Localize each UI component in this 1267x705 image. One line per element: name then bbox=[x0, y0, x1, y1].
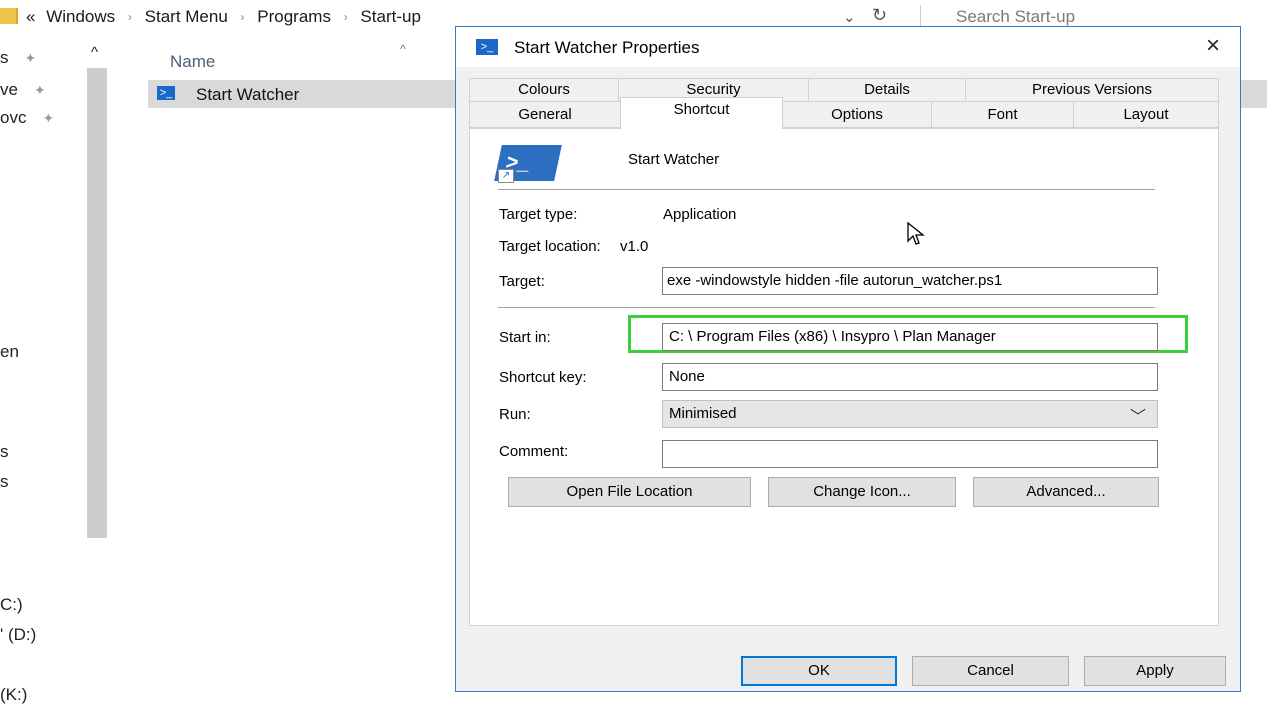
shortcut-name: Start Watcher bbox=[628, 151, 720, 168]
advanced-button[interactable]: Advanced... bbox=[973, 477, 1159, 507]
divider bbox=[498, 189, 1155, 190]
pin-icon: ✦ bbox=[42, 110, 55, 126]
folder-icon bbox=[0, 8, 18, 24]
breadcrumb-overflow[interactable]: « bbox=[26, 7, 35, 26]
tab-details[interactable]: Details bbox=[808, 78, 966, 102]
nav-item-quick-access[interactable]: s ✦ bbox=[0, 48, 36, 68]
comment-field[interactable] bbox=[662, 440, 1158, 468]
close-button[interactable]: × bbox=[1193, 31, 1233, 63]
tab-shortcut[interactable]: Shortcut bbox=[620, 97, 783, 129]
breadcrumb-item-start-menu[interactable]: Start Menu bbox=[145, 7, 228, 26]
run-select[interactable]: Minimised bbox=[662, 400, 1158, 428]
target-location-value: v1.0 bbox=[620, 238, 649, 255]
breadcrumb-item-windows[interactable]: Windows bbox=[46, 7, 115, 26]
breadcrumb-separator: › bbox=[343, 10, 348, 24]
shortcut-key-field[interactable]: None bbox=[662, 363, 1158, 391]
shortcut-key-label: Shortcut key: bbox=[499, 369, 587, 386]
nav-item-drive-c[interactable]: C:) bbox=[0, 595, 23, 615]
start-in-label: Start in: bbox=[499, 329, 551, 346]
comment-label: Comment: bbox=[499, 443, 569, 460]
apply-button[interactable]: Apply bbox=[1084, 656, 1226, 686]
pin-icon: ✦ bbox=[33, 82, 46, 98]
tab-options[interactable]: Options bbox=[782, 101, 932, 128]
refresh-icon[interactable]: ↻ bbox=[872, 5, 887, 26]
powershell-shortcut-icon: >_ bbox=[157, 86, 175, 100]
sort-ascending-icon: ^ bbox=[400, 42, 406, 56]
pin-icon: ✦ bbox=[24, 50, 37, 66]
nav-item[interactable]: s bbox=[0, 442, 9, 462]
nav-item-label: ve bbox=[0, 80, 18, 99]
dialog-titlebar[interactable]: >_ Start Watcher Properties × bbox=[456, 27, 1240, 67]
ok-button[interactable]: OK bbox=[741, 656, 897, 686]
mouse-cursor-icon bbox=[907, 221, 925, 245]
breadcrumb-item-programs[interactable]: Programs bbox=[257, 7, 331, 26]
nav-item-quick-access[interactable]: ve ✦ bbox=[0, 80, 46, 100]
file-name[interactable]: Start Watcher bbox=[196, 85, 299, 105]
tab-font[interactable]: Font bbox=[931, 101, 1074, 128]
dialog-title: Start Watcher Properties bbox=[514, 38, 700, 57]
breadcrumb-item-start-up[interactable]: Start-up bbox=[360, 7, 420, 26]
start-in-field[interactable]: C: \ Program Files (x86) \ Insypro \ Pla… bbox=[662, 323, 1158, 351]
tab-previous-versions[interactable]: Previous Versions bbox=[965, 78, 1219, 102]
search-placeholder: Search Start-up bbox=[956, 7, 1076, 26]
nav-item-drive-k[interactable]: (K:) bbox=[0, 685, 27, 705]
shortcut-arrow-icon: ↗ bbox=[498, 169, 514, 183]
breadcrumb-separator: › bbox=[240, 10, 245, 24]
change-icon-button[interactable]: Change Icon... bbox=[768, 477, 956, 507]
properties-dialog: >_ Start Watcher Properties × Colours Se… bbox=[455, 26, 1241, 692]
tab-layout[interactable]: Layout bbox=[1073, 101, 1219, 128]
breadcrumb-separator: › bbox=[127, 10, 132, 24]
target-label: Target: bbox=[499, 273, 545, 290]
nav-item[interactable]: s bbox=[0, 472, 9, 492]
divider bbox=[498, 307, 1155, 308]
target-field[interactable]: exe -windowstyle hidden -file autorun_wa… bbox=[662, 267, 1158, 295]
breadcrumb[interactable]: « Windows › Start Menu › Programs › Star… bbox=[26, 7, 421, 27]
nav-item-label: s bbox=[0, 48, 9, 67]
target-type-value: Application bbox=[663, 206, 737, 223]
chevron-down-icon[interactable]: ﹀ bbox=[1130, 403, 1146, 427]
tab-general[interactable]: General bbox=[469, 101, 621, 128]
scroll-up-icon[interactable]: ^ bbox=[91, 44, 98, 61]
target-location-label: Target location: bbox=[499, 238, 601, 255]
run-label: Run: bbox=[499, 406, 531, 423]
powershell-icon: >_ bbox=[476, 39, 498, 55]
open-file-location-button[interactable]: Open File Location bbox=[508, 477, 751, 507]
nav-scrollbar-thumb[interactable] bbox=[87, 68, 107, 538]
tab-colours[interactable]: Colours bbox=[469, 78, 619, 102]
target-type-label: Target type: bbox=[499, 206, 578, 223]
column-header-name[interactable]: Name bbox=[170, 52, 215, 72]
nav-item[interactable]: en bbox=[0, 342, 19, 362]
nav-item-label: ovc bbox=[0, 108, 27, 127]
nav-item-quick-access[interactable]: ovc ✦ bbox=[0, 108, 54, 128]
nav-item-drive-d[interactable]: ' (D:) bbox=[0, 625, 36, 645]
cancel-button[interactable]: Cancel bbox=[912, 656, 1069, 686]
chevron-down-icon[interactable]: ⌄ bbox=[843, 8, 856, 26]
